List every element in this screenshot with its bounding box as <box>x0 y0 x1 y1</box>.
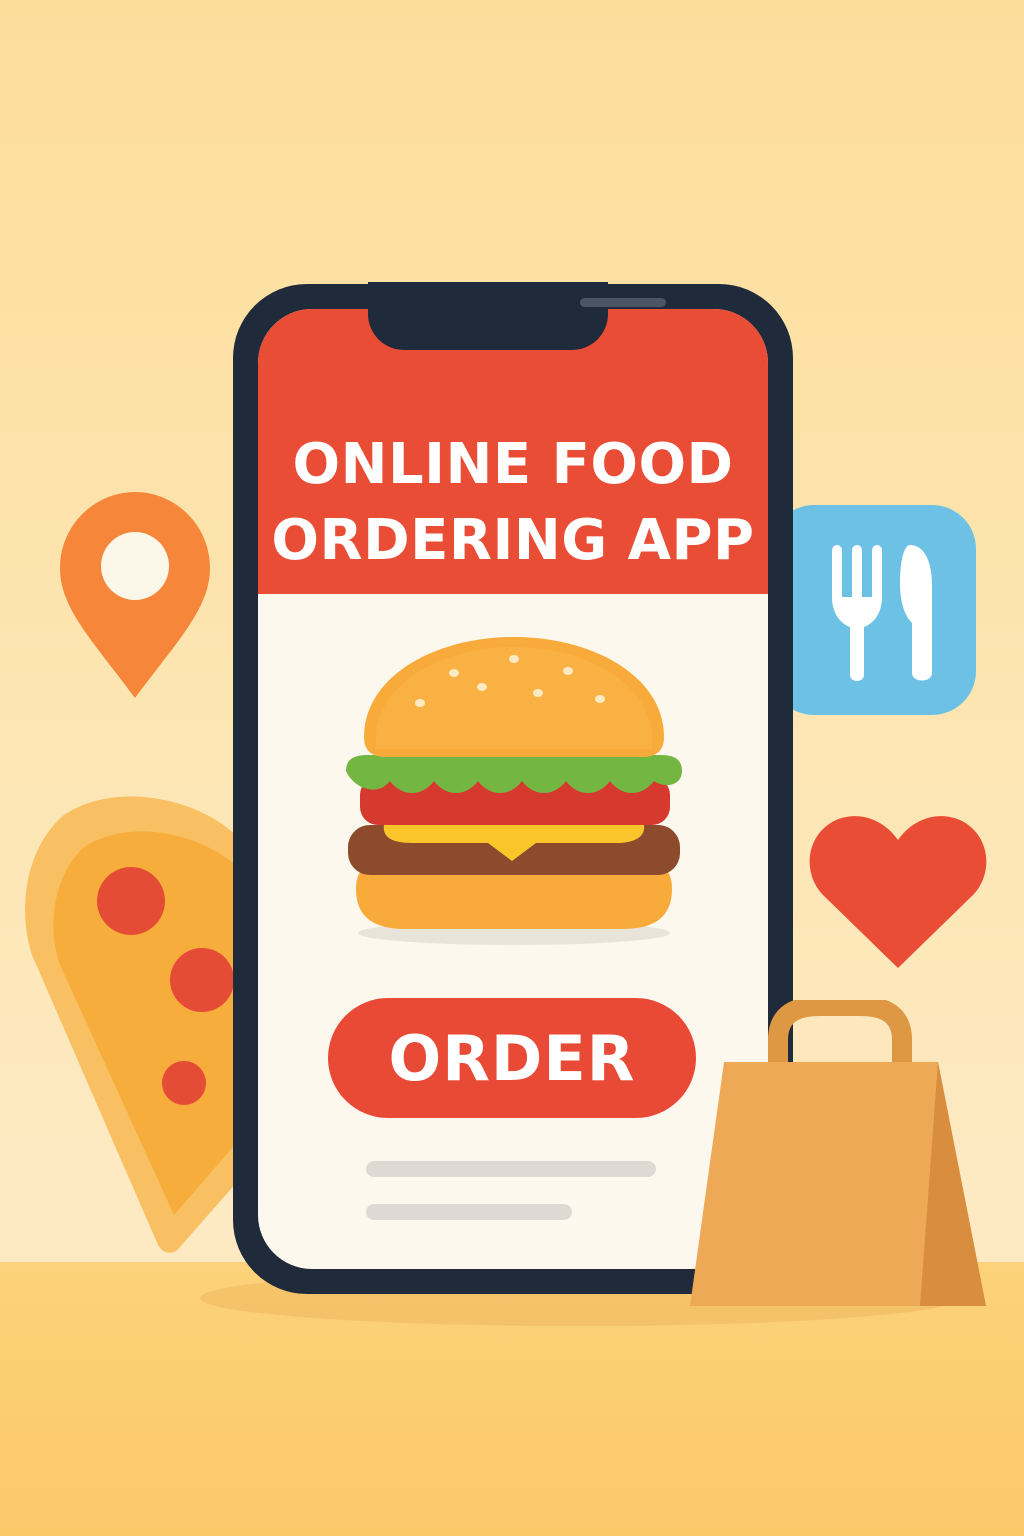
illustration-scene: ONLINE FOOD ORDERING APP ORDER <box>0 0 1024 1536</box>
app-header: ONLINE FOOD ORDERING APP <box>258 309 768 594</box>
burger-icon <box>346 637 682 945</box>
placeholder-text-line <box>366 1204 572 1220</box>
placeholder-text-line <box>366 1161 656 1177</box>
order-button[interactable]: ORDER <box>328 998 696 1118</box>
app-title-line-2: ORDERING APP <box>271 508 755 573</box>
shopping-bag-icon <box>690 1000 986 1306</box>
phone-speaker <box>580 298 666 307</box>
app-title-line-1: ONLINE FOOD <box>292 432 734 497</box>
heart-icon <box>809 816 987 968</box>
app-title: ONLINE FOOD ORDERING APP <box>258 427 768 579</box>
phone-notch <box>368 282 666 350</box>
location-pin-icon <box>60 492 210 698</box>
fork-knife-icon <box>770 505 976 715</box>
pizza-slice-icon <box>25 796 253 1253</box>
